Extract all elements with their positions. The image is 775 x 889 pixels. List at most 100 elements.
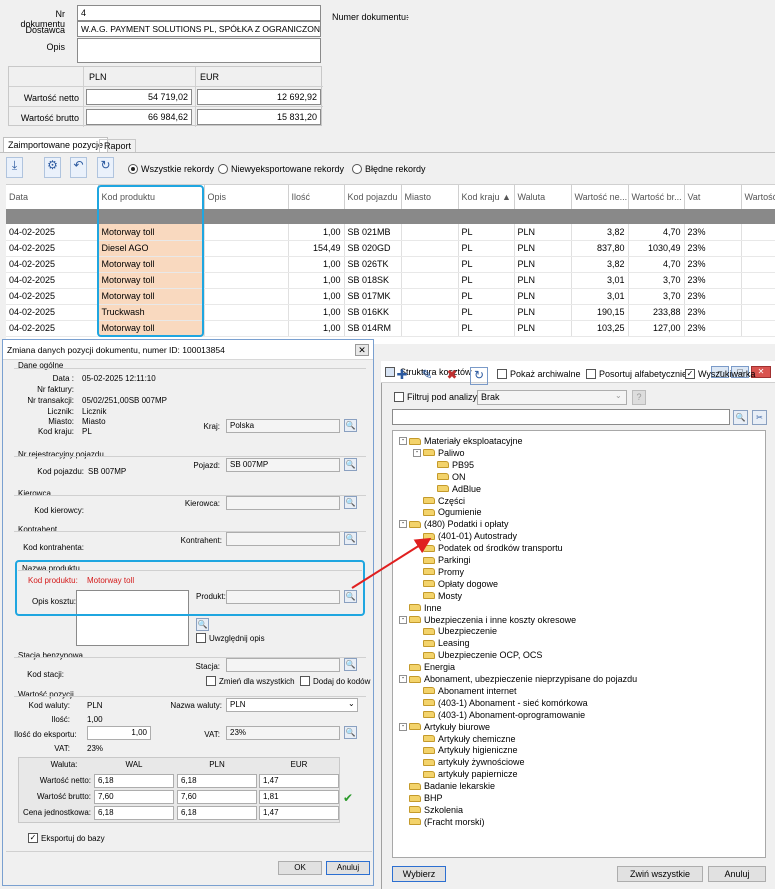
tree-node[interactable]: Mosty [413,590,462,602]
vt-cell[interactable]: 7,60 [177,790,257,804]
wyszukiwarka-checkbox-icon[interactable]: ✓ [685,369,695,379]
eksportuj-checkbox-icon[interactable]: ✓ [28,833,38,843]
tree-node[interactable]: BHP [399,792,443,804]
nazwa-waluty-select[interactable]: PLN [226,698,358,712]
vt-cell[interactable]: 1,81 [259,790,339,804]
filter-all[interactable]: Wszystkie rekordy [128,164,214,174]
posortuj-checkbox[interactable]: Posortuj alfabetycznie [586,369,687,379]
brutto-eur-field[interactable]: 15 831,20 [197,109,321,125]
netto-pln-field[interactable]: 54 719,02 [86,89,192,105]
vt-cell[interactable]: 7,60 [94,790,174,804]
tree-node[interactable]: - Artykuły biurowe [399,721,490,733]
tree-node[interactable]: AdBlue [427,483,481,495]
grid-col-header[interactable]: Ilość [288,185,345,209]
grid-col-header[interactable]: Waluta [514,185,572,209]
stacja-field[interactable] [226,658,340,672]
tab-raport[interactable]: Raport [99,139,137,153]
tree-node[interactable]: Artykuły higieniczne [413,744,518,756]
settings-export-icon[interactable]: ⚙ [44,157,61,178]
grid-col-header[interactable]: Kod kraju ▲ [458,185,515,209]
filtruj-checkbox[interactable]: Filtruj pod analizy [394,392,477,402]
vat-field[interactable]: 23% [226,726,340,740]
vt-cell[interactable]: 1,47 [259,774,339,788]
collapse-icon[interactable]: - [399,722,407,731]
dodaj-do-kodow-checkbox[interactable]: Dodaj do kodów [300,676,370,686]
vat-search-icon[interactable]: 🔍 [344,726,357,739]
refresh-icon[interactable]: ↻ [97,157,114,178]
zmien-checkbox-icon[interactable] [206,676,216,686]
posortuj-checkbox-icon[interactable] [586,369,596,379]
kraj-search-icon[interactable]: 🔍 [344,419,357,432]
undo-export-icon[interactable]: ↶ [70,157,87,178]
tree-node[interactable]: Ogumienie [413,506,482,518]
tree-node[interactable]: - Ubezpieczenia i inne koszty okresowe [399,614,576,626]
grid-col-header[interactable]: Opis [204,185,289,209]
filter-not-exported[interactable]: Niewyeksportowane rekordy [218,164,344,174]
opis-field[interactable] [77,38,321,63]
anuluj-left-button[interactable]: Anuluj [326,861,370,875]
kierowca-field[interactable] [226,496,340,510]
tree-node[interactable]: (Fracht morski) [399,816,485,828]
nr-dokumentu-field[interactable]: 4 [77,5,321,21]
uwzglednij-checkbox-icon[interactable] [196,633,206,643]
collapse-icon[interactable]: - [399,437,407,445]
tree-node[interactable]: Energia [399,661,455,673]
netto-eur-field[interactable]: 12 692,92 [197,89,321,105]
radio-errors-icon[interactable] [352,164,362,174]
pojazd-search-icon[interactable]: 🔍 [344,458,357,471]
tree-node[interactable]: (403-1) Abonament-oprogramowanie [413,709,585,721]
vt-cell[interactable]: 6,18 [94,774,174,788]
tree-node[interactable]: (403-1) Abonament - sieć komórkowa [413,697,588,709]
grid-col-header[interactable]: Miasto [401,185,459,209]
stacja-search-icon[interactable]: 🔍 [344,658,357,671]
tree-node[interactable]: Parkingi [413,554,471,566]
grid-col-header[interactable]: Wartość ne... [571,185,629,209]
tree-node[interactable]: Inne [399,602,442,614]
collapse-icon[interactable]: - [399,520,407,529]
dostawca-field[interactable]: W.A.G. PAYMENT SOLUTIONS PL, SPÓŁKA Z OG… [77,21,321,37]
pojazd-field[interactable]: SB 007MP [226,458,340,472]
collapse-icon[interactable]: - [399,675,407,683]
tree-node[interactable]: Promy [413,566,464,578]
tree-node[interactable]: Artykuły chemiczne [413,733,516,745]
tree-node[interactable]: (401-01) Autostrady [413,530,517,542]
edit-node-icon[interactable]: ✎ [418,367,436,385]
kierowca-search-icon[interactable]: 🔍 [344,496,357,509]
tree-node[interactable]: Opłaty dogowe [413,578,498,590]
tree-node[interactable]: - Paliwo [413,447,465,459]
collapse-icon[interactable]: - [413,448,421,457]
zwin-wszystkie-button[interactable]: Zwiń wszystkie [617,866,703,882]
pokaz-archiwalne-checkbox[interactable]: Pokaż archiwalne [497,369,581,379]
anuluj-right-button[interactable]: Anuluj [708,866,766,882]
tree-node[interactable]: Badanie lekarskie [399,780,495,792]
uwzglednij-opis-checkbox[interactable]: Uwzględnij opis [196,633,265,643]
dodaj-checkbox-icon[interactable] [300,676,310,686]
kontrahent-field[interactable] [226,532,340,546]
add-node-icon[interactable]: ✚ [393,367,411,385]
vt-cell[interactable]: 1,47 [259,806,339,820]
ilosc-eksport-field[interactable]: 1,00 [87,726,151,740]
eksportuj-checkbox[interactable]: ✓ Eksportuj do bazy [28,833,105,843]
tree-node[interactable]: ON [427,471,466,483]
filter-errors[interactable]: Błędne rekordy [352,164,426,174]
tree-node[interactable]: Szkolenia [399,804,463,816]
grid-col-header[interactable]: Data [6,185,99,209]
tree-node[interactable]: Abonament internet [413,685,517,697]
vt-cell[interactable]: 6,18 [94,806,174,820]
grid-col-header[interactable]: Vat [684,185,742,209]
grid-col-header[interactable]: Kod pojazdu [344,185,402,209]
tree-node[interactable]: - Materiały eksploatacyjne [399,435,523,447]
grid-col-header[interactable]: Wartość br... [628,185,685,209]
filtruj-select[interactable]: Brak [477,390,627,405]
export-icon[interactable]: ⤓ [6,157,23,178]
tree-node[interactable]: Ubezpieczenie OCP, OCS [413,649,542,661]
chevron-down-icon[interactable]: ⌄ [348,699,355,708]
tree-clear-search-icon[interactable]: ✂ [752,410,767,425]
archiwalne-checkbox-icon[interactable] [497,369,507,379]
kontrahent-search-icon[interactable]: 🔍 [344,532,357,545]
help-icon[interactable]: ? [632,390,646,405]
delete-node-icon[interactable]: ✖ [443,367,461,385]
vt-cell[interactable]: 6,18 [177,774,257,788]
brutto-pln-field[interactable]: 66 984,62 [86,109,192,125]
tree-node[interactable]: Podatek od środków transportu [413,542,563,554]
